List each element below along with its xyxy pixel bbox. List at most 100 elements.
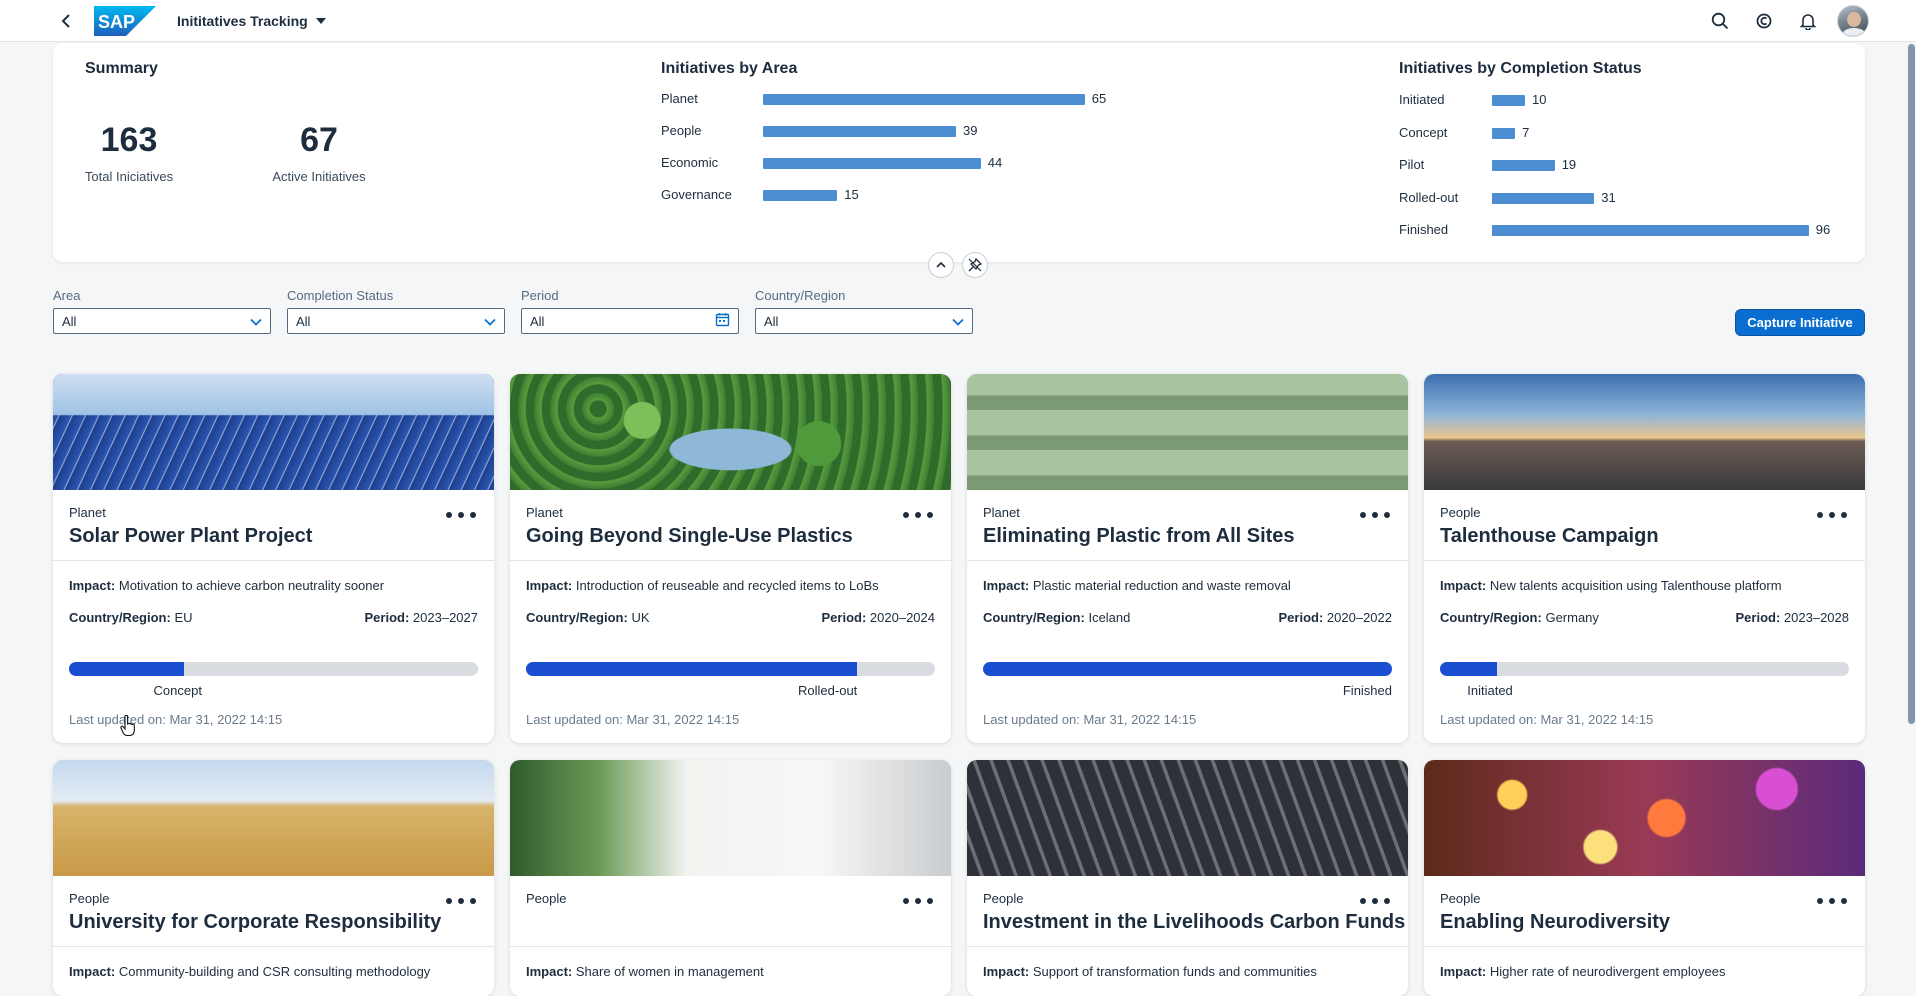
card-image	[967, 374, 1408, 490]
initiative-card[interactable]: People Talenthouse Campaign Impact: New ta…	[1424, 374, 1865, 743]
collapse-header-button[interactable]	[928, 252, 954, 278]
more-options-icon[interactable]	[1360, 507, 1390, 523]
chart-bar-value: 39	[963, 123, 978, 138]
chevron-down-icon[interactable]	[952, 314, 964, 329]
chart-row-label: People	[661, 123, 702, 138]
progress-bar	[526, 662, 935, 676]
initiative-card[interactable]: Planet Going Beyond Single-Use Plastics Im…	[510, 374, 951, 743]
country-label: Country/Region:	[983, 610, 1085, 625]
more-options-icon[interactable]	[1360, 893, 1390, 909]
calendar-icon[interactable]	[715, 312, 730, 330]
more-options-icon[interactable]	[446, 893, 476, 909]
chart-bar[interactable]	[763, 126, 957, 137]
card-country: Country/Region: EU	[69, 610, 193, 625]
chart-bar[interactable]	[1492, 160, 1555, 171]
more-options-icon[interactable]	[903, 893, 933, 909]
card-impact: Impact: New talents acquisition using Ta…	[1440, 578, 1782, 593]
progress-bar	[1440, 662, 1849, 676]
progress-status: Initiated	[1467, 683, 1513, 698]
initiative-card[interactable]: Planet Solar Power Plant Project Impact: M…	[53, 374, 494, 743]
more-options-icon[interactable]	[446, 507, 476, 523]
search-icon[interactable]	[1709, 10, 1731, 32]
chart-bar-value: 15	[844, 187, 859, 202]
filter-country-region: Country/Region All	[755, 288, 973, 334]
card-divider	[53, 560, 494, 561]
last-updated: Last updated on: Mar 31, 2022 14:15	[983, 712, 1197, 727]
card-impact: Impact: Support of transformation funds …	[983, 964, 1317, 979]
chart-bar-value: 7	[1522, 124, 1530, 140]
kpi-total-label: Total Iniciatives	[84, 169, 174, 184]
card-area: Planet	[69, 505, 106, 520]
app-title-menu[interactable]: Inititatives Tracking	[177, 13, 326, 29]
card-title[interactable]: University for Corporate Responsibility	[69, 911, 441, 934]
impact-label: Impact:	[983, 964, 1030, 979]
filter-label: Period	[521, 288, 559, 303]
chart-bar[interactable]	[1492, 192, 1595, 204]
chart-bar[interactable]	[763, 190, 838, 201]
filter-label: Country/Region	[755, 288, 846, 303]
chart-row-label: Finished	[1399, 222, 1449, 237]
card-title[interactable]: Talenthouse Campaign	[1440, 525, 1659, 548]
last-updated: Last updated on: Mar 31, 2022 14:15	[1440, 712, 1654, 727]
sap-logo[interactable]: SAP	[94, 6, 156, 36]
avatar[interactable]	[1837, 5, 1869, 37]
progress-fill	[69, 662, 184, 676]
filter-select[interactable]: All	[53, 308, 271, 334]
card-divider	[510, 560, 951, 561]
progress-bar	[983, 662, 1392, 676]
capture-initiative-button[interactable]: Capture Initiative	[1735, 309, 1865, 336]
kpi-total: 163 Total Iniciatives	[84, 123, 174, 184]
initiative-card[interactable]: People Investment in the Livelihoods Carb…	[967, 760, 1408, 996]
more-options-icon[interactable]	[1817, 893, 1847, 909]
area-chart-title: Initiatives by Area	[661, 60, 798, 77]
chart-bar[interactable]	[763, 94, 1085, 105]
scrollbar[interactable]	[1906, 42, 1916, 996]
card-period: Period: 2023–2027	[365, 610, 479, 625]
more-options-icon[interactable]	[1817, 507, 1847, 523]
initiative-card[interactable]: People Impact: Share of women in manageme…	[510, 760, 951, 996]
chevron-down-icon[interactable]	[484, 314, 496, 329]
card-impact: Impact: Introduction of reuseable and re…	[526, 578, 879, 593]
initiative-card[interactable]: Planet Eliminating Plastic from All Sites…	[967, 374, 1408, 743]
country-value: Iceland	[1088, 610, 1131, 625]
joule-icon[interactable]	[1753, 10, 1775, 32]
filter-select[interactable]: All	[287, 308, 505, 334]
card-title[interactable]: Investment in the Livelihoods Carbon Fun…	[983, 911, 1405, 934]
chart-row-label: Pilot	[1399, 157, 1425, 172]
initiative-card[interactable]: People Enabling Neurodiversity Impact: Hig…	[1424, 760, 1865, 996]
progress-bar	[69, 662, 478, 676]
card-impact: Impact: Community-building and CSR consu…	[69, 964, 430, 979]
progress-fill	[1440, 662, 1498, 676]
impact-value: Higher rate of neurodivergent employees	[1489, 964, 1726, 979]
caret-down-icon	[315, 18, 326, 24]
initiative-card[interactable]: People University for Corporate Responsib…	[53, 760, 494, 996]
chart-row: Governance 15	[661, 187, 1061, 203]
filter-value: All	[530, 313, 545, 329]
card-image	[53, 374, 494, 490]
card-area: People	[983, 891, 1024, 906]
chevron-down-icon[interactable]	[250, 314, 262, 329]
card-title[interactable]: Eliminating Plastic from All Sites	[983, 525, 1295, 548]
more-options-icon[interactable]	[903, 507, 933, 523]
pin-header-button[interactable]	[962, 252, 988, 278]
impact-label: Impact:	[69, 578, 116, 593]
chart-bar[interactable]	[1492, 225, 1809, 236]
chart-bar-value: 44	[987, 155, 1003, 170]
back-icon[interactable]	[56, 10, 76, 32]
chart-bar[interactable]	[1492, 95, 1525, 106]
period-label: Period:	[1278, 610, 1324, 625]
bell-icon[interactable]	[1797, 10, 1819, 32]
filter-select[interactable]: All	[521, 308, 739, 334]
chart-bar[interactable]	[763, 158, 981, 169]
card-title[interactable]: Going Beyond Single-Use Plastics	[526, 525, 853, 548]
country-value: Germany	[1545, 610, 1599, 625]
filter-select[interactable]: All	[755, 308, 973, 334]
card-title[interactable]: Solar Power Plant Project	[69, 525, 312, 548]
progress-status: Finished	[1342, 683, 1392, 698]
card-title[interactable]: Enabling Neurodiversity	[1440, 911, 1670, 934]
shell-bar: SAP Inititatives Tracking	[0, 0, 1916, 42]
country-label: Country/Region:	[526, 610, 628, 625]
scrollbar-thumb[interactable]	[1908, 44, 1915, 724]
chart-bar[interactable]	[1492, 127, 1516, 139]
card-image	[510, 760, 951, 876]
